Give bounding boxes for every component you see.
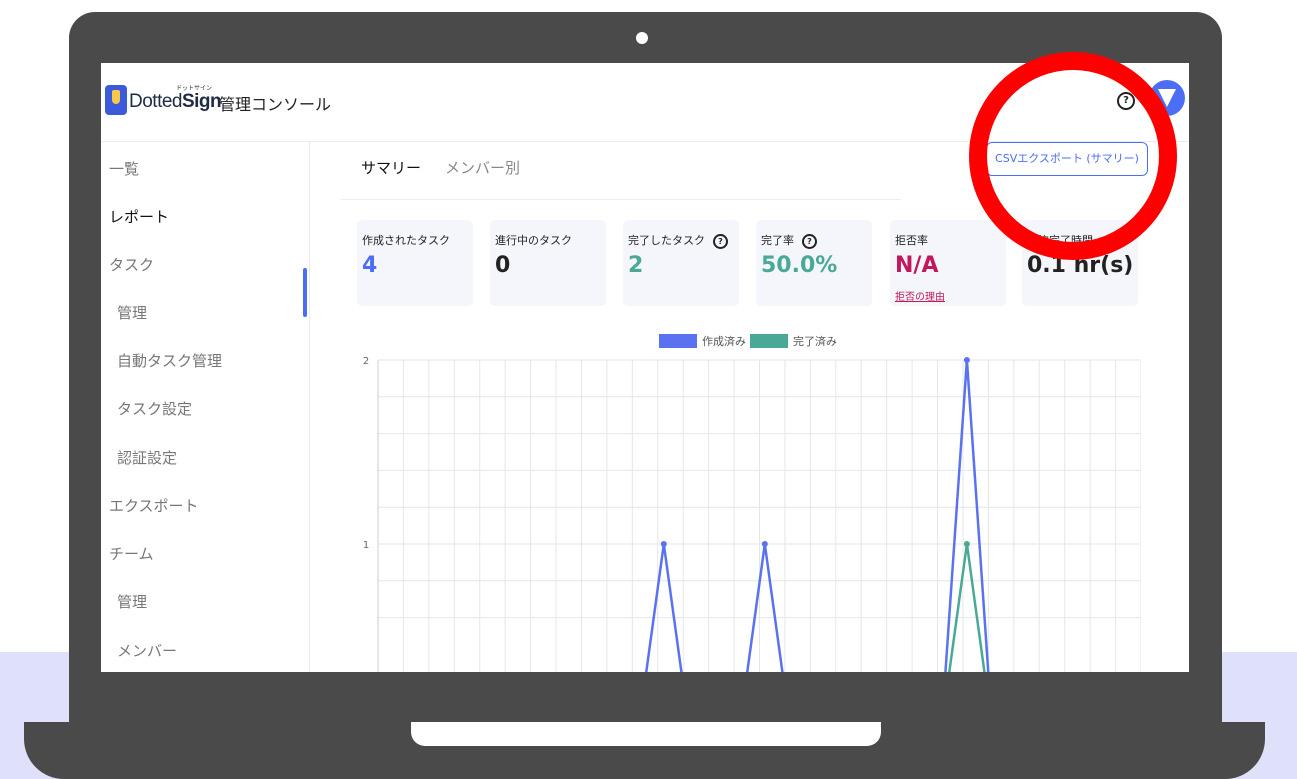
camera-icon xyxy=(636,32,648,44)
sidebar-item[interactable]: 認証設定 xyxy=(117,447,177,468)
help-icon[interactable]: ? xyxy=(802,233,817,249)
sidebar-item[interactable]: 自動タスク管理 xyxy=(117,350,222,371)
legend-label: 完了済み xyxy=(793,334,837,348)
stat-value: 50.0% xyxy=(761,253,838,278)
sidebar-item[interactable]: メンバー xyxy=(117,640,177,661)
sidebar-item[interactable]: チーム xyxy=(109,543,154,564)
series-line-0 xyxy=(645,359,990,672)
stat-value: N/A xyxy=(895,253,939,278)
sidebar-item[interactable]: タスク xyxy=(109,254,154,275)
legend-label: 作成済み xyxy=(702,334,746,348)
stat-value: 2 xyxy=(628,253,644,278)
stat-card: 拒否率 N/A 拒否の理由 xyxy=(890,220,1006,306)
console-title: 管理コンソール xyxy=(219,95,332,114)
dottedsign-logo-icon[interactable] xyxy=(105,85,127,115)
sidebar-item[interactable]: エクスポート xyxy=(109,495,199,516)
stat-label: 完了したタスク? xyxy=(628,232,728,249)
laptop-notch xyxy=(411,722,881,746)
data-point xyxy=(963,541,970,547)
y-tick-label: 1 xyxy=(363,540,369,551)
stat-label-text: 作成されたタスク xyxy=(362,234,450,247)
data-point xyxy=(963,357,970,363)
sidebar: 一覧 レポート タスク 管理 自動タスク管理 タスク設定 認証設定 エクスポート チーム 管理 メン… xyxy=(101,142,310,672)
legend-swatch-1 xyxy=(750,334,788,348)
report-tabs: サマリー メンバー別 xyxy=(341,141,901,200)
stat-card: 完了したタスク? 2 xyxy=(623,220,739,306)
highlight-circle xyxy=(969,52,1177,260)
stat-label-text: 完了したタスク xyxy=(628,234,705,247)
data-point xyxy=(761,541,768,547)
tab-by-member[interactable]: メンバー別 xyxy=(445,157,520,178)
sidebar-item[interactable]: タスク設定 xyxy=(117,398,192,419)
help-icon[interactable]: ? xyxy=(713,233,728,249)
stat-card: 完了率? 50.0% xyxy=(756,220,872,306)
series-line-1 xyxy=(948,543,986,672)
sidebar-item[interactable]: 管理 xyxy=(117,302,147,323)
sidebar-item[interactable]: 管理 xyxy=(117,591,147,612)
sidebar-item[interactable]: 一覧 xyxy=(109,158,139,179)
sidebar-item[interactable]: レポート xyxy=(109,206,169,227)
tab-summary[interactable]: サマリー xyxy=(361,157,421,178)
stat-value: 0 xyxy=(495,253,511,278)
stat-label: 進行中のタスク xyxy=(495,232,572,248)
stat-card: 作成されたタスク 4 xyxy=(357,220,473,306)
stat-label-text: 進行中のタスク xyxy=(495,234,572,247)
legend-swatch-0 xyxy=(659,334,697,348)
stat-value: 4 xyxy=(362,253,378,278)
stat-label-text: 拒否率 xyxy=(895,234,928,247)
task-chart: 2 1 作成済み 完了済み xyxy=(363,334,1141,672)
brand-name[interactable]: DottedSign xyxy=(129,91,222,113)
rejection-reason-link[interactable]: 拒否の理由 xyxy=(895,288,945,303)
stat-label-text: 完了率 xyxy=(761,234,794,247)
stat-label: 完了率? xyxy=(761,232,817,249)
data-point xyxy=(660,541,667,547)
stat-label: 作成されたタスク xyxy=(362,232,450,248)
y-tick-label: 2 xyxy=(363,356,369,367)
stat-card: 進行中のタスク 0 xyxy=(490,220,606,306)
stat-label: 拒否率 xyxy=(895,232,928,248)
sidebar-active-indicator xyxy=(303,268,307,317)
